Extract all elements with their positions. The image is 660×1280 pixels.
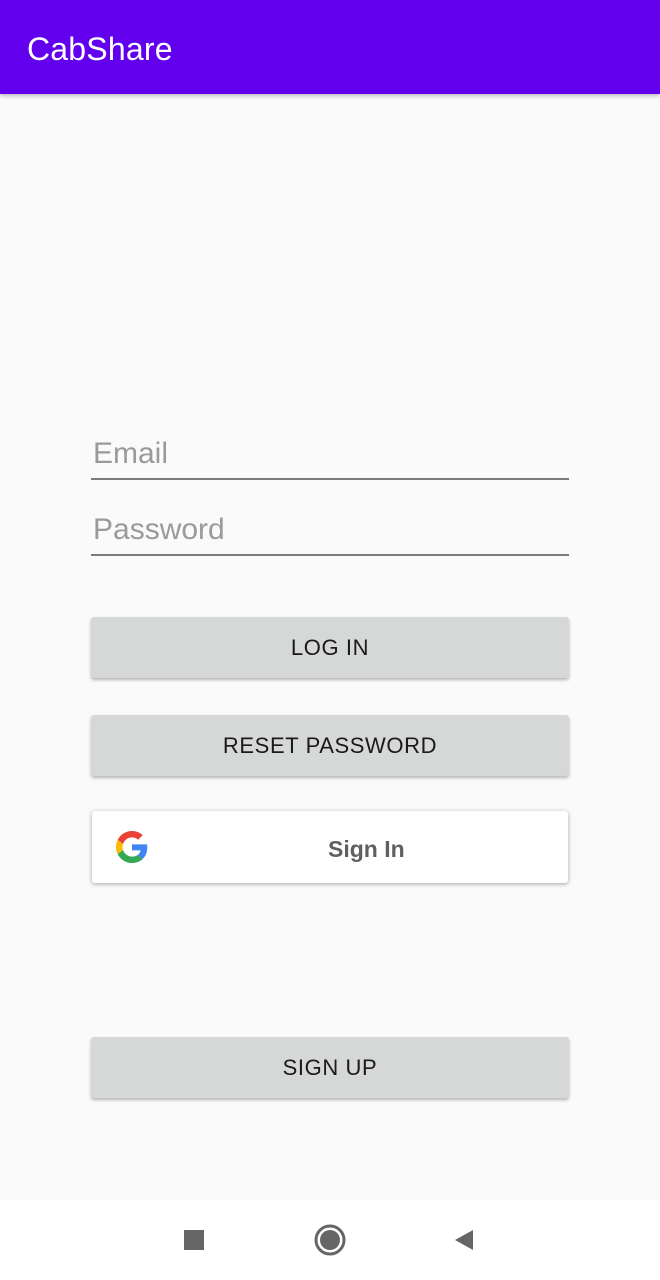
password-field[interactable] (91, 506, 569, 556)
app-title: CabShare (27, 31, 173, 67)
google-g-icon (116, 831, 148, 863)
email-field[interactable] (91, 430, 569, 480)
circle-home-icon[interactable] (310, 1220, 350, 1260)
square-recents-icon[interactable] (174, 1220, 214, 1260)
system-navigation-bar (0, 1200, 660, 1280)
reset-password-button[interactable]: RESET PASSWORD (91, 715, 569, 776)
sign-up-button[interactable]: SIGN UP (91, 1037, 569, 1098)
google-sign-in-button[interactable]: Sign In (92, 811, 568, 883)
app-bar: CabShare (0, 0, 660, 94)
log-in-button[interactable]: LOG IN (91, 617, 569, 678)
triangle-back-icon[interactable] (445, 1220, 485, 1260)
google-sign-in-label: Sign In (328, 836, 405, 862)
login-screen: LOG IN RESET PASSWORD Sign In SIGN UP (0, 94, 660, 1200)
